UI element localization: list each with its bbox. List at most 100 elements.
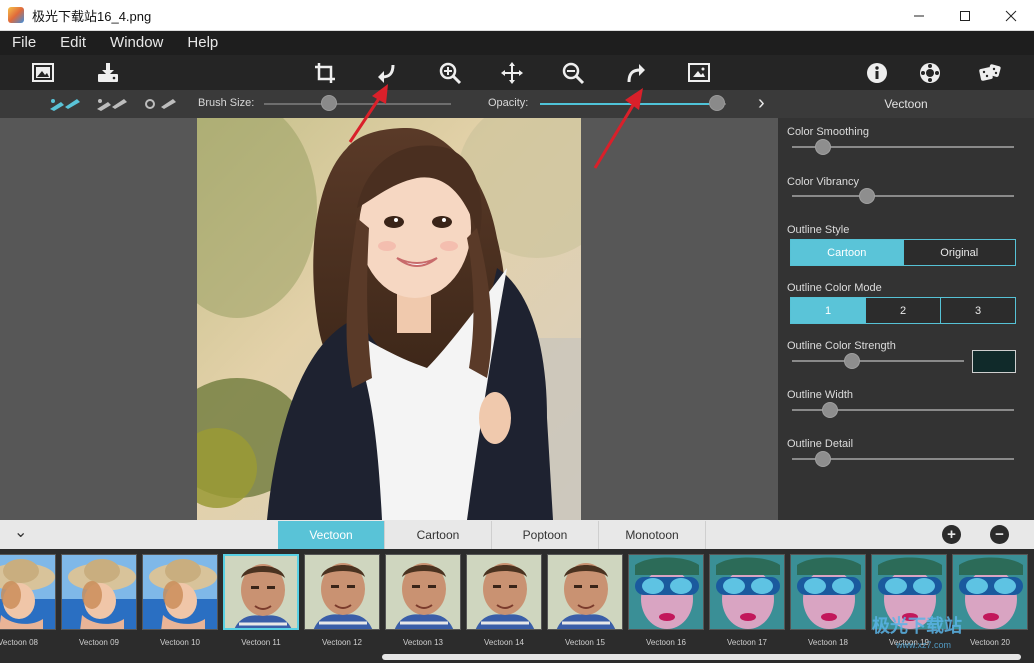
maximize-button[interactable] bbox=[942, 0, 988, 31]
preset-preview-image bbox=[62, 555, 136, 629]
outline-color-strength-track[interactable] bbox=[792, 360, 964, 362]
outline-style-cartoon[interactable]: Cartoon bbox=[791, 240, 904, 265]
outline-detail-knob[interactable] bbox=[815, 451, 832, 467]
menu-edit[interactable]: Edit bbox=[48, 31, 98, 55]
canvas-area[interactable] bbox=[0, 118, 778, 520]
cartoon-portrait-image bbox=[197, 118, 581, 520]
preset-preview-image bbox=[548, 555, 622, 629]
restore-tool-icon[interactable] bbox=[143, 95, 179, 113]
eraser-tool-icon[interactable] bbox=[94, 95, 130, 113]
settings-panel: Vectoon Color Smoothing Color Vibrancy O… bbox=[778, 90, 1034, 521]
crop-button[interactable] bbox=[310, 58, 340, 88]
main-toolbar bbox=[0, 55, 1034, 90]
preset-label: Vectoon 09 bbox=[78, 638, 120, 647]
opacity-label: Opacity: bbox=[488, 97, 529, 109]
menu-help[interactable]: Help bbox=[175, 31, 230, 55]
preset-preview-image bbox=[386, 555, 460, 629]
preset-label: Vectoon 20 bbox=[969, 638, 1011, 647]
preset-preview-image bbox=[305, 555, 379, 629]
menu-bar: File Edit Window Help bbox=[0, 31, 1034, 55]
outline-color-strength-label: Outline Color Strength bbox=[787, 340, 896, 352]
preset-label: Vectoon 10 bbox=[159, 638, 201, 647]
preset-thumbnail[interactable] bbox=[466, 554, 542, 630]
preset-preview-image bbox=[143, 555, 217, 629]
fit-image-button[interactable] bbox=[684, 58, 714, 88]
color-vibrancy-track[interactable] bbox=[792, 195, 1014, 197]
preset-thumbnail[interactable] bbox=[304, 554, 380, 630]
info-button[interactable] bbox=[862, 58, 892, 88]
opacity-knob[interactable] bbox=[708, 95, 725, 111]
outline-width-label: Outline Width bbox=[787, 389, 854, 401]
color-vibrancy-label: Color Vibrancy bbox=[787, 176, 859, 188]
preset-thumbnail[interactable] bbox=[385, 554, 461, 630]
color-vibrancy-knob[interactable] bbox=[859, 188, 876, 204]
outline-style-selector: Cartoon Original bbox=[790, 239, 1016, 266]
tab-cartoon[interactable]: Cartoon bbox=[385, 521, 492, 549]
randomize-icon bbox=[979, 64, 1001, 81]
close-button[interactable] bbox=[988, 0, 1034, 31]
zoom-in-button[interactable] bbox=[435, 58, 465, 88]
photo-canvas[interactable] bbox=[197, 118, 581, 520]
outline-color-strength-knob[interactable] bbox=[844, 353, 861, 369]
color-smoothing-knob[interactable] bbox=[815, 139, 832, 155]
outline-width-knob[interactable] bbox=[821, 402, 838, 418]
annotation-arrow-redo bbox=[593, 88, 643, 169]
outline-color-mode-2[interactable]: 2 bbox=[866, 298, 941, 323]
preset-label: Vectoon 17 bbox=[726, 638, 768, 647]
preset-thumbnail[interactable] bbox=[547, 554, 623, 630]
tab-poptoon[interactable]: Poptoon bbox=[492, 521, 599, 549]
preset-thumbnail[interactable] bbox=[628, 554, 704, 630]
preset-thumbnail[interactable] bbox=[790, 554, 866, 630]
outline-style-label: Outline Style bbox=[787, 224, 850, 236]
preset-label: Vectoon 15 bbox=[564, 638, 606, 647]
preset-tab-bar: ⌄ Vectoon Cartoon Poptoon Monotoon + − bbox=[0, 520, 1034, 549]
settings-button[interactable] bbox=[915, 58, 945, 88]
preset-label: Vectoon 14 bbox=[483, 638, 525, 647]
brush-tool-icon[interactable] bbox=[47, 95, 83, 113]
color-smoothing-label: Color Smoothing bbox=[787, 126, 869, 138]
preset-thumbnail[interactable] bbox=[0, 554, 56, 630]
outline-detail-label: Outline Detail bbox=[787, 438, 854, 450]
preset-preview-image bbox=[0, 555, 55, 629]
preset-preview-image bbox=[710, 555, 784, 629]
watermark-logo: 极光下载站 bbox=[872, 616, 962, 636]
menu-window[interactable]: Window bbox=[98, 31, 175, 55]
preset-label: Vectoon 08 bbox=[0, 638, 39, 647]
zoom-out-icon bbox=[562, 62, 585, 85]
preset-preview-image bbox=[225, 556, 297, 628]
randomize-button[interactable] bbox=[975, 58, 1005, 88]
tab-vectoon[interactable]: Vectoon bbox=[278, 521, 385, 549]
preset-thumbnail[interactable] bbox=[223, 554, 299, 630]
save-image-button[interactable] bbox=[93, 58, 123, 88]
tab-monotoon[interactable]: Monotoon bbox=[599, 521, 706, 549]
open-image-button[interactable] bbox=[28, 58, 58, 88]
outline-color-mode-label: Outline Color Mode bbox=[787, 282, 882, 294]
crop-icon bbox=[315, 63, 335, 83]
preset-label: Vectoon 12 bbox=[321, 638, 363, 647]
expand-panel-button[interactable]: › bbox=[758, 92, 765, 115]
zoom-out-button[interactable] bbox=[558, 58, 588, 88]
brush-size-knob[interactable] bbox=[321, 95, 338, 111]
pan-button[interactable] bbox=[497, 58, 527, 88]
open-image-icon bbox=[32, 63, 54, 82]
outline-color-mode-3[interactable]: 3 bbox=[941, 298, 1015, 323]
outline-style-original[interactable]: Original bbox=[904, 240, 1016, 265]
remove-preset-button[interactable]: − bbox=[990, 525, 1009, 544]
preset-thumbnail[interactable] bbox=[142, 554, 218, 630]
preset-thumbnail[interactable] bbox=[709, 554, 785, 630]
preset-preview-image bbox=[467, 555, 541, 629]
outline-color-mode-selector: 1 2 3 bbox=[790, 297, 1016, 324]
preset-label: Vectoon 11 bbox=[241, 638, 281, 647]
collapse-presets-button[interactable]: ⌄ bbox=[14, 522, 27, 542]
settings-icon bbox=[920, 63, 940, 83]
preset-label: Vectoon 18 bbox=[807, 638, 849, 647]
outline-color-mode-1[interactable]: 1 bbox=[791, 298, 866, 323]
horizontal-scrollbar[interactable] bbox=[382, 654, 1021, 660]
menu-file[interactable]: File bbox=[0, 31, 48, 55]
outline-color-swatch[interactable] bbox=[972, 350, 1016, 373]
preset-thumbnail[interactable] bbox=[61, 554, 137, 630]
minimize-button[interactable] bbox=[896, 0, 942, 31]
preset-preview-image bbox=[629, 555, 703, 629]
preset-thumbnail[interactable] bbox=[952, 554, 1028, 630]
add-preset-button[interactable]: + bbox=[942, 525, 961, 544]
